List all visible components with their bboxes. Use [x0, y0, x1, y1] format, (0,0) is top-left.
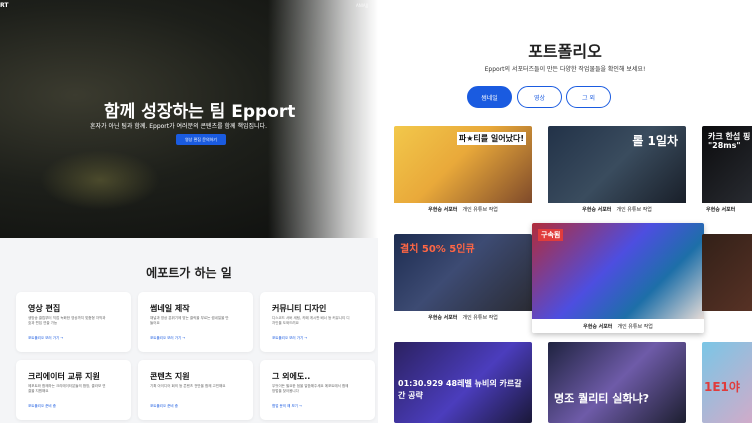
- thumbnail-text: 1E1야: [704, 380, 740, 394]
- card-link[interactable]: 포트폴리오 보러 가기 →: [272, 336, 307, 341]
- thumbnail-image: 카크 한섭 핑 "28ms": [702, 126, 752, 203]
- service-card-creator[interactable]: 크리에이터 교류 지원 에포트와 함께하는 크리에이터분들의 합방, 콜라보 연…: [16, 360, 131, 420]
- portfolio-title: 포트폴리오: [528, 42, 602, 61]
- thumbnail-text: 결치 50% 5인큐: [400, 244, 475, 255]
- tile-caption: 우현승 서포터 개인 유튜브 작업: [532, 319, 704, 333]
- card-title: 그 외에도..: [272, 372, 311, 381]
- tab-thumbnail[interactable]: 썸네일: [467, 86, 512, 108]
- tile-author: 우현승 서포터: [583, 323, 613, 330]
- hero-section: RT ANIAJJ 함께 성장하는 팀 Epport 혼자가 아닌 팀과 함께.…: [0, 0, 378, 238]
- hero-subtitle: 혼자가 아닌 팀과 함께. Epport가 여러분의 콘텐츠를 함께 책임집니다…: [90, 123, 267, 130]
- service-card-content[interactable]: 콘텐츠 지원 기획 아이디어 회의 등 콘텐츠 전반을 함께 고민해요 포트폴리…: [138, 360, 253, 420]
- card-title: 콘텐츠 지원: [150, 372, 190, 381]
- inquiry-button[interactable]: 영상 편집 문의하기: [176, 134, 226, 145]
- tile-author: 우현승 서포터: [428, 207, 458, 213]
- card-desc: 무엇이든 필요한 점을 말씀해주세요 에포트에서 함께 방법을 찾아봅니다: [272, 384, 349, 393]
- hero-background: [40, 150, 160, 210]
- service-card-thumbnail[interactable]: 썸네일 제작 채널과 영상 분위기에 맞는 클릭을 부르는 썸네일을 만들어요 …: [138, 292, 253, 352]
- thumbnail-image: 구속됨: [532, 223, 704, 319]
- card-desc: 디스코드 서버 세팅, 카페 게시판 배너 등 커뮤니티 디자인을 도와드려요: [272, 316, 350, 325]
- portfolio-tile[interactable]: 01:30.929 48레벨 뉴비의 카르갈간 공략: [394, 342, 532, 423]
- portfolio-tile[interactable]: [702, 234, 752, 324]
- tile-caption: 우현승 서포터 개인 유튜브 작업: [548, 203, 686, 216]
- thumbnail-text: 롤 1일차: [632, 134, 678, 148]
- tile-desc: 개인 유튜브 작업: [617, 323, 653, 330]
- thumbnail-text: 카크 한섭 핑 "28ms": [708, 132, 751, 150]
- service-card-community[interactable]: 커뮤니티 디자인 디스코드 서버 세팅, 카페 게시판 배너 등 커뮤니티 디자…: [260, 292, 375, 352]
- tile-caption: 우현승 서포터 개인 유튜브 작업: [394, 203, 532, 216]
- tile-caption: 우현승 서포터: [702, 203, 752, 216]
- nav-link[interactable]: ANIAJJ: [356, 3, 368, 8]
- thumbnail-text: 구속됨: [538, 229, 564, 241]
- thumbnail-text: 01:30.929 48레벨 뉴비의 카르갈간 공략: [398, 379, 522, 400]
- portfolio-tile[interactable]: 명조 퀄리티 실화냐?: [548, 342, 686, 423]
- thumbnail-image: 명조 퀄리티 실화냐?: [548, 342, 686, 423]
- tile-desc: 개인 유튜브 작업: [462, 315, 498, 321]
- portfolio-panel: 포트폴리오 Epport의 서포터즈들이 만든 다양한 작업물들을 확인해 보세…: [378, 0, 752, 423]
- portfolio-tile[interactable]: 파★티를 일어났다! 우현승 서포터 개인 유튜브 작업: [394, 126, 532, 216]
- tab-other[interactable]: 그 외: [566, 86, 611, 108]
- thumbnail-image: 1E1야: [702, 342, 752, 423]
- thumbnail-image: 파★티를 일어났다!: [394, 126, 532, 203]
- tile-author: 우현승 서포터: [428, 315, 458, 321]
- portfolio-tile[interactable]: 결치 50% 5인큐 우현승 서포터 개인 유튜브 작업: [394, 234, 532, 324]
- card-link[interactable]: 포트폴리오 보러 가기 →: [28, 336, 63, 341]
- thumbnail-image: 결치 50% 5인큐: [394, 234, 532, 311]
- tile-desc: 개인 유튜브 작업: [616, 207, 652, 213]
- hero-title: 함께 성장하는 팀 Epport: [104, 102, 296, 122]
- thumbnail-text: 파★티를 일어났다!: [456, 132, 526, 145]
- logo[interactable]: RT: [0, 2, 8, 9]
- card-desc: 에포트와 함께하는 크리에이터분들의 합방, 콜라보 연결을 지원해요: [28, 384, 106, 393]
- tile-caption: 우현승 서포터 개인 유튜브 작업: [394, 311, 532, 324]
- thumbnail-image: [702, 234, 752, 311]
- card-desc: 생방송 클립부터 직접 녹화한 영상까지 맞춤형 자막과 효과 편집 연출 가능: [28, 316, 106, 325]
- thumbnail-image: 01:30.929 48레벨 뉴비의 카르갈간 공략: [394, 342, 532, 423]
- portfolio-tile[interactable]: 카크 한섭 핑 "28ms" 우현승 서포터: [702, 126, 752, 216]
- card-title: 썸네일 제작: [150, 304, 190, 313]
- card-link[interactable]: 포트폴리오 준비 중: [150, 404, 178, 409]
- portfolio-tile-hovered[interactable]: 구속됨 우현승 서포터 개인 유튜브 작업: [532, 223, 704, 333]
- service-card-etc[interactable]: 그 외에도.. 무엇이든 필요한 점을 말씀해주세요 에포트에서 함께 방법을 …: [260, 360, 375, 420]
- portfolio-subtitle: Epport의 서포터즈들이 만든 다양한 작업물들을 확인해 보세요!: [484, 66, 646, 73]
- card-title: 영상 편집: [28, 304, 61, 313]
- card-link[interactable]: 협업 문의 해 보기 →: [272, 404, 302, 409]
- thumbnail-text: 명조 퀄리티 실화냐?: [554, 392, 649, 405]
- card-title: 크리에이터 교류 지원: [28, 372, 100, 381]
- services-title: 에포트가 하는 일: [146, 266, 232, 280]
- tile-author: 우현승 서포터: [706, 207, 736, 213]
- card-desc: 기획 아이디어 회의 등 콘텐츠 전반을 함께 고민해요: [150, 384, 226, 388]
- service-card-video-edit[interactable]: 영상 편집 생방송 클립부터 직접 녹화한 영상까지 맞춤형 자막과 효과 편집…: [16, 292, 131, 352]
- card-title: 커뮤니티 디자인: [272, 304, 327, 313]
- card-link[interactable]: 포트폴리오 준비 중: [28, 404, 56, 409]
- portfolio-tile[interactable]: 롤 1일차 우현승 서포터 개인 유튜브 작업: [548, 126, 686, 216]
- landing-panel: RT ANIAJJ 함께 성장하는 팀 Epport 혼자가 아닌 팀과 함께.…: [0, 0, 378, 423]
- card-desc: 채널과 영상 분위기에 맞는 클릭을 부르는 썸네일을 만들어요: [150, 316, 229, 325]
- portfolio-tile[interactable]: 1E1야: [702, 342, 752, 423]
- tile-desc: 개인 유튜브 작업: [462, 207, 498, 213]
- card-link[interactable]: 포트폴리오 보러 가기 →: [150, 336, 185, 341]
- thumbnail-image: 롤 1일차: [548, 126, 686, 203]
- tile-author: 우현승 서포터: [582, 207, 612, 213]
- tab-video[interactable]: 영상: [517, 86, 562, 108]
